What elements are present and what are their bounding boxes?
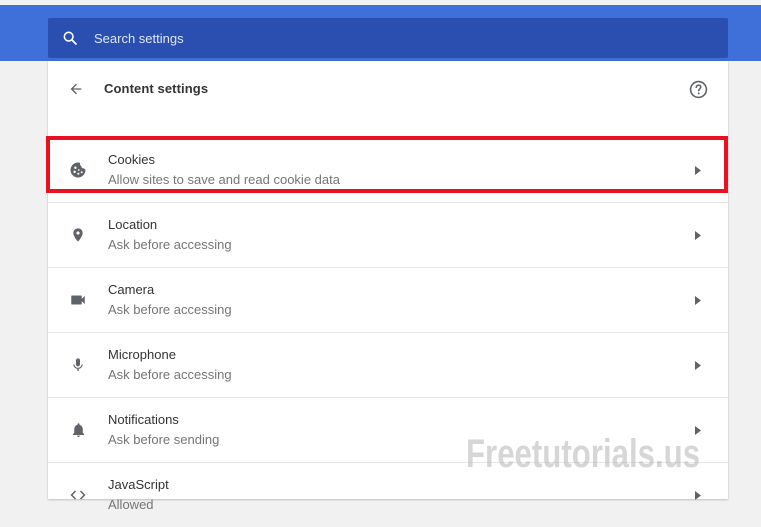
camera-icon (68, 290, 88, 310)
content-settings-card: Content settings Cookies Allow sites to … (46, 61, 728, 512)
list-item-location[interactable]: Location Ask before accessing (48, 202, 728, 267)
row-subtitle: Allowed (108, 497, 154, 512)
row-title: Location (108, 217, 158, 232)
row-title: Notifications (108, 412, 179, 427)
row-title: Microphone (108, 347, 176, 362)
row-text: Cookies Allow sites to save and read coo… (108, 152, 340, 188)
list-item-cookies[interactable]: Cookies Allow sites to save and read coo… (46, 136, 728, 202)
chevron-right-icon (694, 229, 702, 241)
row-title: JavaScript (108, 477, 169, 492)
row-title: Camera (108, 282, 155, 297)
arrow-back-icon (70, 83, 82, 95)
help-icon (689, 80, 707, 98)
chevron-right-icon (694, 359, 702, 371)
page-title: Content settings (104, 81, 209, 96)
settings-list: Cookies Allow sites to save and read coo… (46, 136, 728, 527)
code-icon (68, 485, 88, 505)
row-subtitle: Ask before accessing (108, 367, 232, 382)
list-item-notifications[interactable]: Notifications Ask before sending (48, 397, 728, 462)
row-title: Cookies (108, 152, 155, 167)
row-text: Camera Ask before accessing (108, 282, 232, 318)
list-item-javascript[interactable]: JavaScript Allowed (48, 462, 728, 527)
bell-icon (68, 420, 88, 440)
back-button[interactable] (64, 77, 88, 101)
location-pin-icon (68, 225, 88, 245)
top-bar (0, 0, 761, 61)
search-box[interactable] (48, 18, 728, 58)
chevron-right-icon (694, 294, 702, 306)
list-item-camera[interactable]: Camera Ask before accessing (48, 267, 728, 332)
row-subtitle: Ask before accessing (108, 302, 232, 317)
help-button[interactable] (687, 78, 709, 100)
card-header: Content settings (48, 61, 728, 117)
chevron-right-icon (694, 164, 702, 176)
cookie-icon (68, 160, 88, 180)
row-subtitle: Ask before sending (108, 432, 220, 447)
row-subtitle: Ask before accessing (108, 237, 232, 252)
list-item-microphone[interactable]: Microphone Ask before accessing (48, 332, 728, 397)
row-text: Location Ask before accessing (108, 217, 232, 253)
row-text: Notifications Ask before sending (108, 412, 219, 448)
search-input[interactable] (94, 30, 654, 46)
row-text: Microphone Ask before accessing (108, 347, 232, 383)
row-subtitle: Allow sites to save and read cookie data (108, 172, 340, 187)
search-icon[interactable] (50, 18, 90, 58)
microphone-icon (68, 355, 88, 375)
chevron-right-icon (694, 424, 702, 436)
row-text: JavaScript Allowed (108, 477, 169, 513)
chevron-right-icon (694, 489, 702, 501)
